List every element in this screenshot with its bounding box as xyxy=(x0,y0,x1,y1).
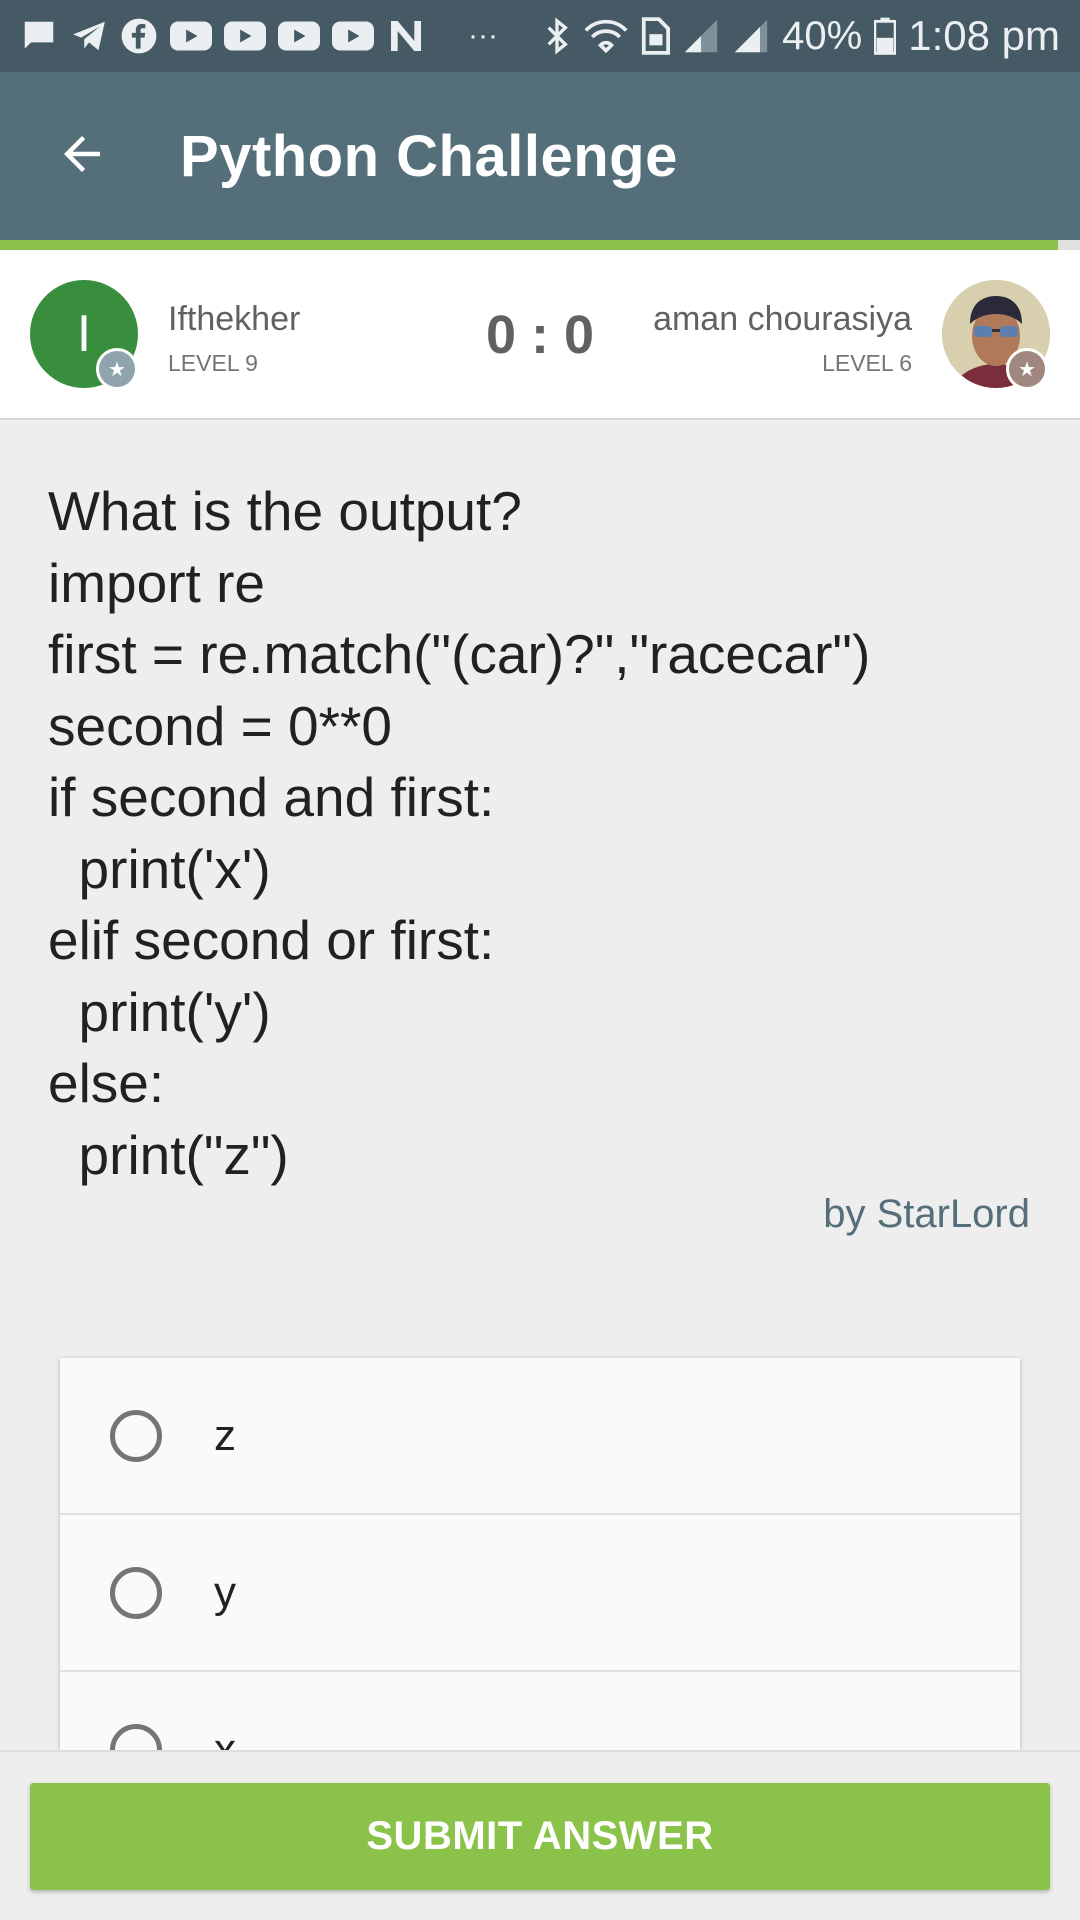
telegram-icon xyxy=(70,17,108,55)
message-icon xyxy=(20,17,58,55)
signal-icon xyxy=(682,18,720,54)
sim-icon xyxy=(640,17,671,55)
answer-option-label: z xyxy=(214,1410,236,1460)
star-badge-icon: ★ xyxy=(1006,348,1048,390)
more-notifications-indicator: ··· xyxy=(468,19,498,52)
answer-option[interactable]: x xyxy=(60,1672,1020,1750)
battery-icon xyxy=(874,17,897,55)
bluetooth-icon xyxy=(542,16,572,56)
answer-option-label: y xyxy=(214,1567,236,1617)
battery-percent: 40% xyxy=(782,13,863,58)
app-bar: Python Challenge xyxy=(0,72,1080,240)
players-panel: I ★ Ifthekher LEVEL 9 0 : 0 aman chouras… xyxy=(0,250,1080,420)
radio-button-icon[interactable] xyxy=(110,1409,162,1462)
signal-icon xyxy=(732,18,770,54)
youtube-icon xyxy=(224,19,266,53)
system-status: 40% 1:08 pm xyxy=(542,12,1060,60)
answer-option-label: x xyxy=(214,1724,236,1751)
answer-option[interactable]: z xyxy=(60,1358,1020,1515)
round-progress-bar xyxy=(0,240,1080,250)
youtube-icon xyxy=(170,19,212,53)
n-app-icon xyxy=(386,16,426,56)
radio-button-icon[interactable] xyxy=(110,1723,162,1750)
page-title: Python Challenge xyxy=(180,123,678,189)
submit-answer-button[interactable]: SUBMIT ANSWER xyxy=(30,1783,1050,1890)
youtube-icon xyxy=(332,19,374,53)
arrow-back-icon xyxy=(55,127,109,186)
youtube-icon xyxy=(278,19,320,53)
score: 0 : 0 xyxy=(485,305,595,365)
answer-option[interactable]: y xyxy=(60,1515,1020,1672)
facebook-icon xyxy=(120,17,158,55)
wifi-icon xyxy=(584,17,628,55)
round-progress-fill xyxy=(0,240,1059,250)
question-text: What is the output? import re first = re… xyxy=(48,480,871,1186)
radio-button-icon[interactable] xyxy=(110,1566,162,1619)
clock: 1:08 pm xyxy=(908,12,1060,59)
player-right-level: LEVEL 6 xyxy=(822,350,912,376)
player-right-name: aman chourasiya xyxy=(653,300,912,338)
answer-options: z y x xyxy=(60,1358,1020,1750)
back-button[interactable] xyxy=(40,114,124,198)
notification-icons: ··· xyxy=(20,16,498,56)
question-author[interactable]: by StarLord xyxy=(823,1192,1030,1237)
status-bar: ··· 40% 1:08 pm xyxy=(0,0,1080,72)
